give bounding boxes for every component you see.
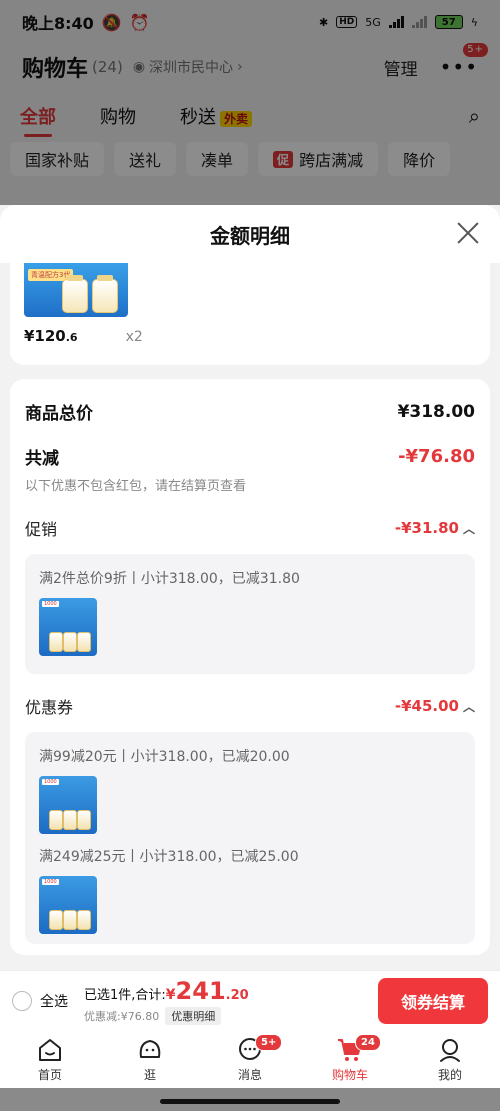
product-thumbnail[interactable]: 1000: [39, 876, 97, 934]
sheet-header: 金额明细: [0, 205, 500, 263]
coupon-detail-box: 满99减20元丨小计318.00，已减20.00 1000 满249减25元丨小…: [25, 732, 475, 944]
nav-browse[interactable]: 逛: [115, 1036, 185, 1083]
coupon-line: 满249减25元丨小计318.00，已减25.00: [39, 849, 299, 865]
profile-icon: [436, 1036, 464, 1064]
promo-header[interactable]: 促销 -¥31.80 ︿: [25, 516, 475, 540]
cart-badge: 24: [355, 1034, 381, 1051]
face-icon: [136, 1036, 164, 1064]
coupon-line: 满99减20元丨小计318.00，已减20.00: [39, 749, 290, 765]
promo-label: 促销: [25, 520, 58, 539]
messages-badge: 5+: [255, 1034, 283, 1051]
coupon-value: -¥45.00: [394, 697, 459, 715]
product-card: 青温配方3代 ¥120.6 x2: [10, 263, 490, 365]
nav-profile[interactable]: 我的: [415, 1036, 485, 1083]
reduced-amount: 优惠减:¥76.80: [84, 1009, 160, 1023]
amount-detail-sheet: 金额明细 青温配方3代 ¥120.6 x2 商品总价 ¥318.00 共减 -¥…: [0, 205, 500, 970]
discount-hint: 以下优惠不包含红包，请在结算页查看: [25, 479, 247, 494]
nav-cart[interactable]: 24 购物车: [315, 1034, 385, 1083]
select-all-checkbox[interactable]: [12, 990, 32, 1011]
chevron-up-icon: ︿: [462, 521, 475, 536]
product-price-row: ¥120.6 x2: [24, 327, 143, 345]
product-thumbnail[interactable]: 1000: [39, 598, 97, 656]
bottom-nav: 首页 逛 5+ 消息 24 购物车 我的: [0, 1030, 500, 1088]
nav-messages[interactable]: 5+ 消息: [215, 1034, 285, 1083]
promo-value: -¥31.80: [394, 519, 459, 537]
total-value: ¥318.00: [397, 401, 475, 422]
checkout-button[interactable]: 领券结算: [378, 977, 488, 1024]
product-thumbnail[interactable]: 1000: [39, 776, 97, 834]
home-icon: [36, 1036, 64, 1064]
coupon-label: 优惠券: [25, 698, 74, 717]
discount-value: -¥76.80: [398, 446, 475, 467]
product-image[interactable]: 青温配方3代: [24, 263, 128, 317]
checkout-bar: 全选 已选1件,合计: ¥241.20 优惠减:¥76.80 优惠明细 领券结算: [0, 970, 500, 1030]
promo-line: 满2件总价9折丨小计318.00，已减31.80: [39, 571, 300, 587]
discount-row: 共减 -¥76.80: [25, 444, 475, 469]
discount-label: 共减: [25, 449, 59, 469]
chevron-up-icon: ︿: [462, 699, 475, 714]
sheet-title: 金额明细: [210, 223, 290, 248]
home-indicator[interactable]: [160, 1099, 340, 1104]
product-quantity: x2: [125, 329, 143, 345]
close-icon[interactable]: [454, 219, 482, 247]
price-breakdown-card: 商品总价 ¥318.00 共减 -¥76.80 以下优惠不包含红包，请在结算页查…: [10, 379, 490, 955]
product-price: ¥120.6: [24, 327, 78, 345]
coupon-header[interactable]: 优惠券 -¥45.00 ︿: [25, 694, 475, 718]
discount-detail-button[interactable]: 优惠明细: [165, 1006, 222, 1025]
nav-home[interactable]: 首页: [15, 1036, 85, 1083]
total-row: 商品总价 ¥318.00: [25, 399, 475, 425]
modal-overlay[interactable]: [0, 0, 500, 205]
total-summary: 已选1件,合计: ¥241.20: [84, 977, 249, 1005]
selected-count: 已选1件,合计:: [84, 987, 166, 1003]
total-price: ¥241.20: [165, 976, 249, 1005]
total-label: 商品总价: [25, 404, 93, 424]
promo-detail-box: 满2件总价9折丨小计318.00，已减31.80 1000: [25, 554, 475, 674]
select-all-label[interactable]: 全选: [40, 991, 68, 1011]
